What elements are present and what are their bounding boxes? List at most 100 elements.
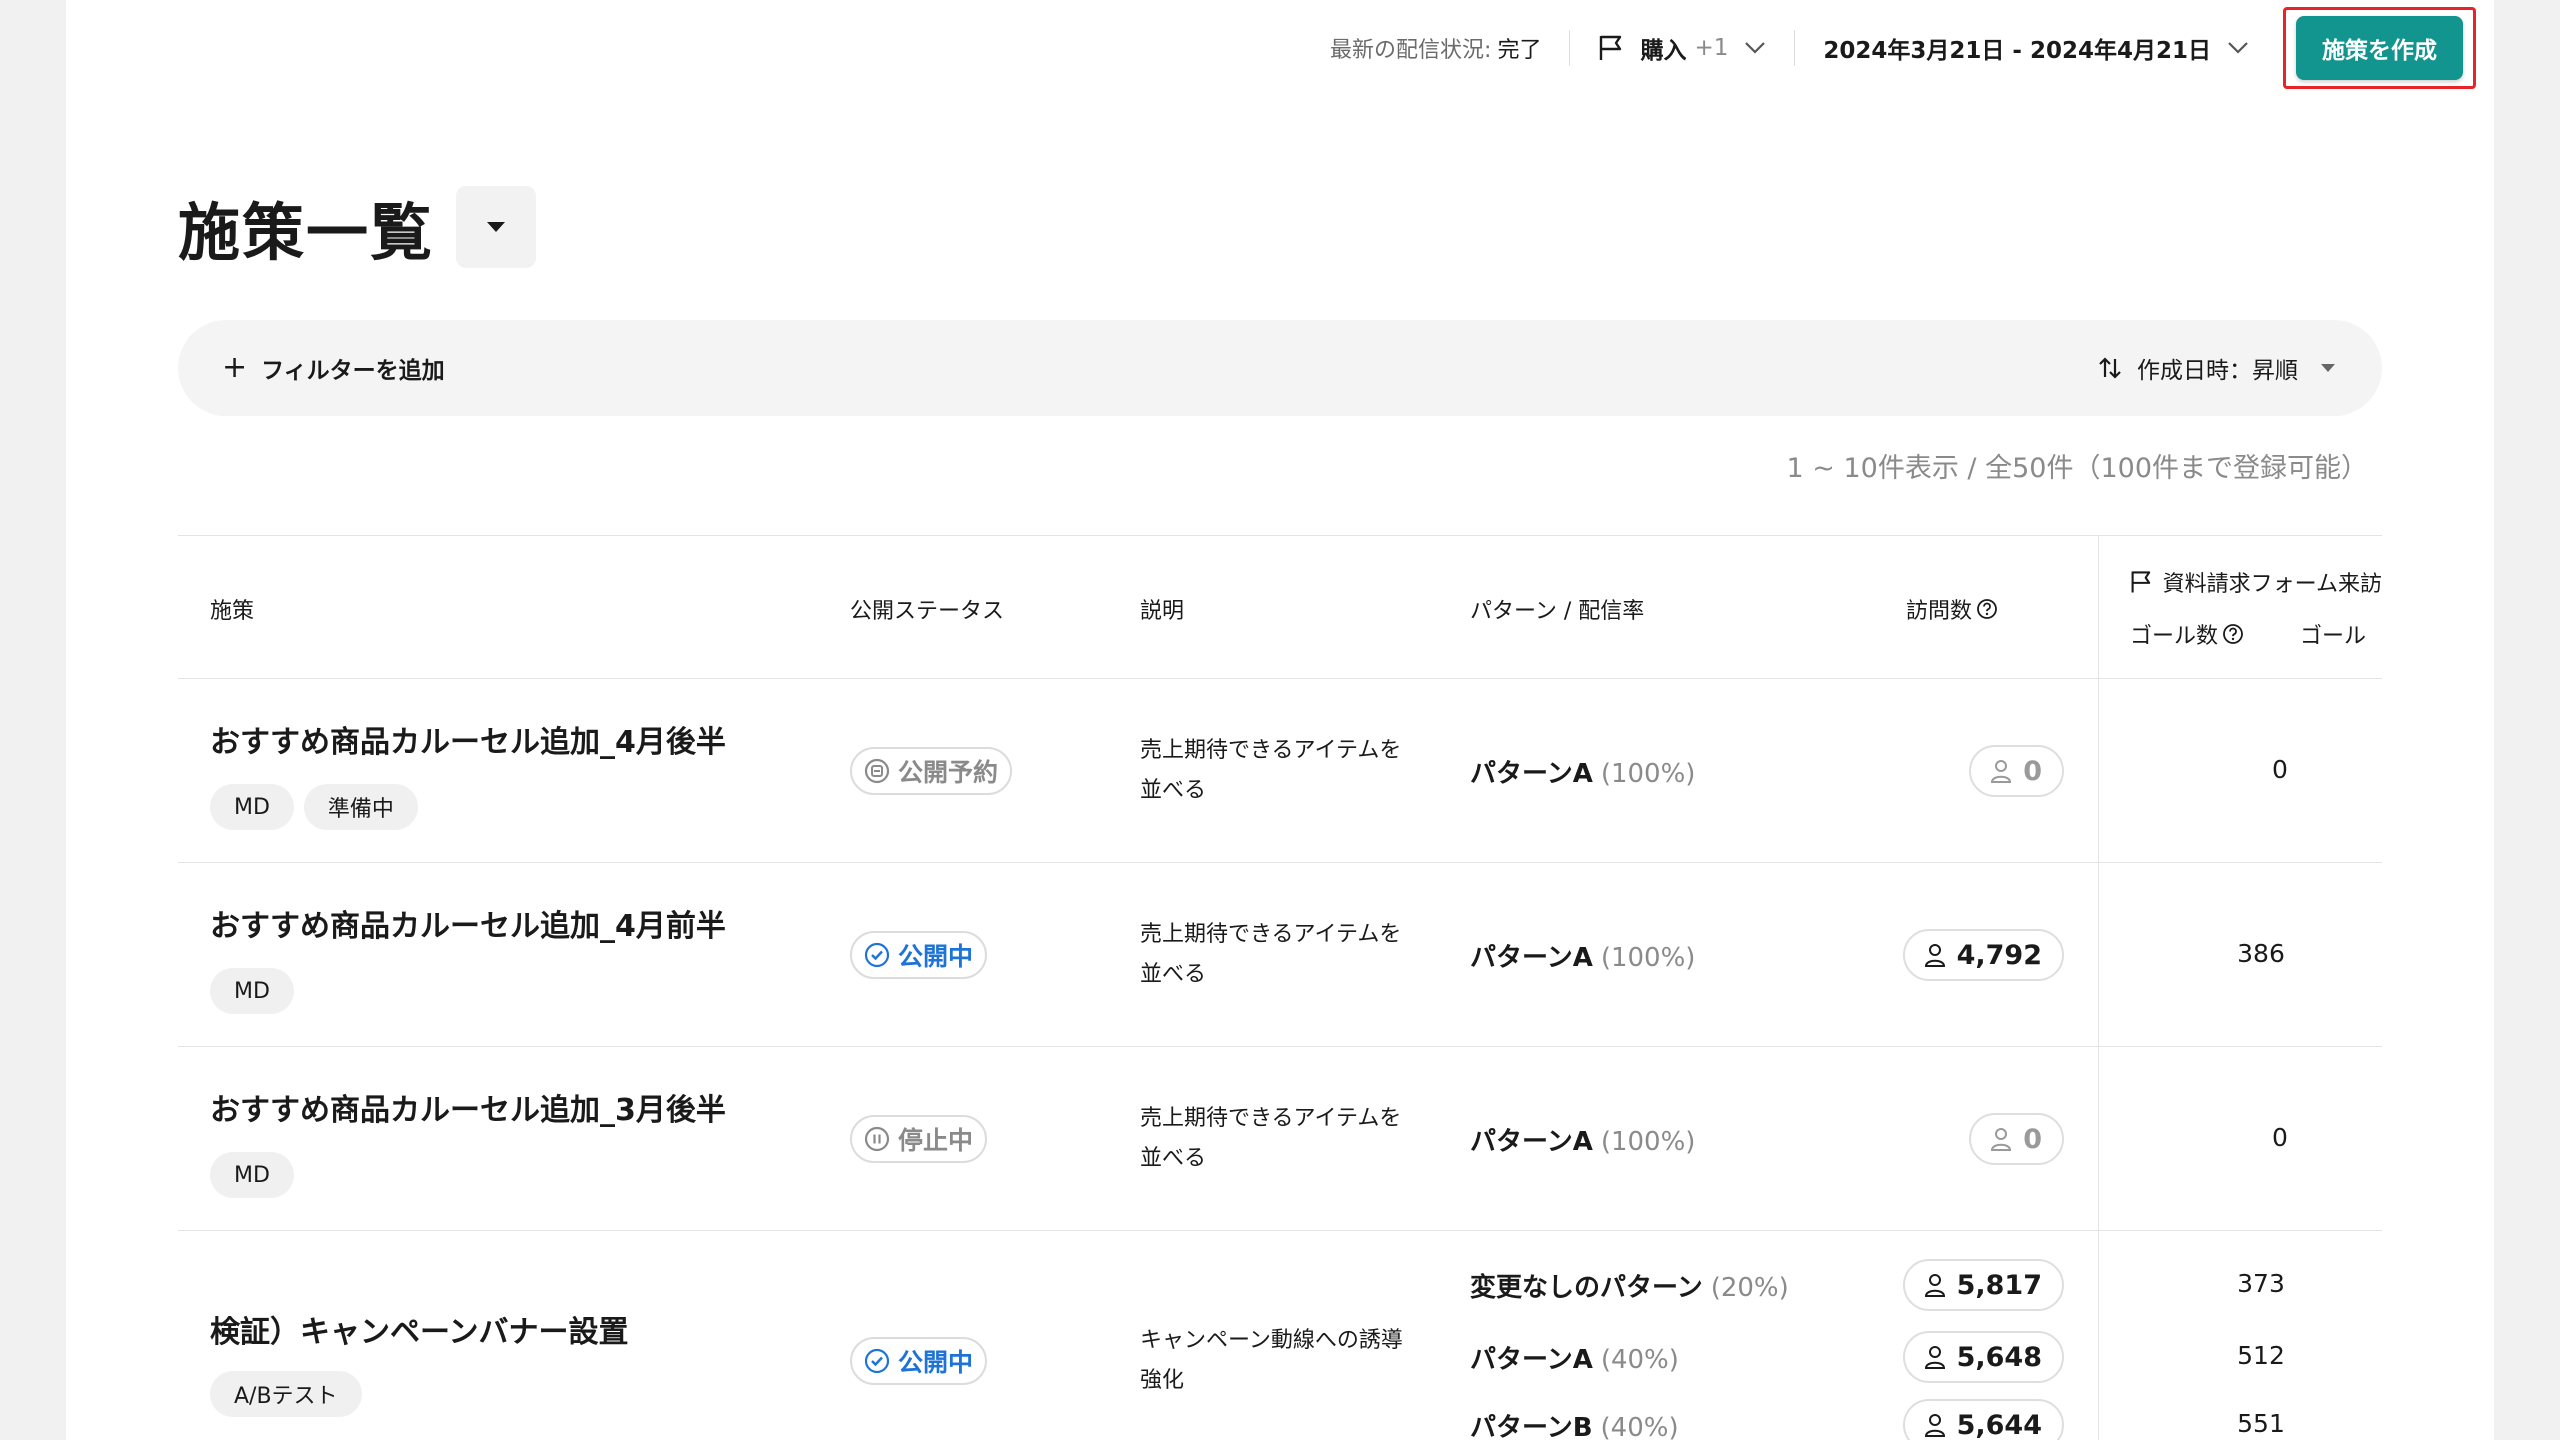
- pattern-name: パターンA: [1470, 759, 1593, 789]
- column-header-name: 施策: [210, 599, 255, 624]
- status-label: 公開中: [898, 1348, 974, 1377]
- campaign-description: 売上期待できるアイテムを並べる: [1140, 922, 1402, 987]
- pattern-name: パターンA: [1470, 943, 1593, 973]
- campaign-name[interactable]: おすすめ商品カルーセル追加_3月後半: [210, 1085, 726, 1129]
- divider: [1794, 30, 1796, 66]
- column-header-pattern: パターン / 配信率: [1470, 599, 1645, 624]
- pause-icon: [864, 1126, 890, 1152]
- visits-badge[interactable]: 4,792: [1902, 929, 2064, 981]
- delivery-status-label: 最新の配信状況:: [1330, 38, 1492, 63]
- visits-badge[interactable]: 5,644: [1902, 1399, 2064, 1440]
- help-icon[interactable]: [2222, 623, 2244, 645]
- table-row[interactable]: おすすめ商品カルーセル追加_4月前半 MD 公開中 売上期待できるアイテムを並べ…: [178, 863, 2382, 1047]
- pattern-name: 変更なしのパターン: [1470, 1273, 1703, 1303]
- caret-down-icon: [487, 222, 506, 232]
- visits-value: 5,644: [1956, 1409, 2042, 1440]
- pattern-rate: (40%): [1600, 1345, 1679, 1375]
- chevron-down-icon: [2228, 42, 2248, 54]
- tag: 準備中: [303, 784, 418, 830]
- delivery-status-value: 完了: [1497, 38, 1542, 63]
- tag: MD: [210, 784, 294, 830]
- goal-count-value: 386: [2237, 939, 2285, 968]
- table-row[interactable]: おすすめ商品カルーセル追加_3月後半 MD 停止中 売上期待できるアイテムを並べ…: [178, 1047, 2382, 1231]
- pattern-label: パターンB (40%): [1470, 1407, 1679, 1440]
- chevron-down-icon: [1745, 42, 1766, 54]
- status-label: 公開中: [898, 942, 974, 971]
- goal-count-value: 0: [2272, 1123, 2288, 1152]
- check-circle-icon: [864, 1348, 890, 1374]
- campaign-name[interactable]: おすすめ商品カルーセル追加_4月前半: [210, 901, 726, 945]
- column-header-visits-label: 訪問数: [1906, 599, 1973, 624]
- visits-value: 5,817: [1956, 1269, 2042, 1301]
- visits-badge[interactable]: 0: [1969, 745, 2064, 797]
- campaign-name[interactable]: おすすめ商品カルーセル追加_4月後半: [210, 717, 726, 761]
- goal-count-value: 551: [2237, 1409, 2285, 1438]
- goal-selector-extra: +1: [1694, 35, 1729, 61]
- result-count: 1 ~ 10件表示 / 全50件（100件まで登録可能）: [1786, 453, 2368, 484]
- flag-icon: [2131, 571, 2151, 593]
- title-dropdown-button[interactable]: [456, 186, 537, 268]
- date-range-selector[interactable]: 2024年3月21日 - 2024年4月21日: [1823, 31, 2249, 65]
- create-button-highlight: 施策を作成: [2283, 7, 2476, 89]
- goal-count-label: ゴール数: [2130, 624, 2219, 649]
- sort-selector[interactable]: 作成日時：昇順: [2097, 351, 2336, 385]
- pattern-rate: (100%): [1600, 1127, 1696, 1157]
- campaign-name[interactable]: 検証）キャンペーンバナー設置: [210, 1307, 629, 1351]
- pattern-rate: (20%): [1710, 1273, 1789, 1303]
- user-icon: [1924, 944, 1945, 967]
- scheduled-icon: [864, 758, 890, 784]
- visits-badge[interactable]: 0: [1969, 1113, 2064, 1165]
- visits-badge[interactable]: 5,648: [1902, 1331, 2064, 1383]
- user-icon: [1991, 760, 2012, 783]
- pattern-rate: (40%): [1600, 1413, 1679, 1440]
- table-header-row: 施策 公開ステータス 説明 パターン / 配信率 訪問数 資料請求フォーム来訪 …: [178, 536, 2382, 679]
- user-icon: [1924, 1346, 1945, 1369]
- top-bar: 最新の配信状況: 完了 購入 +1 2024年3月21日 - 2024年4月21…: [1060, 0, 2560, 96]
- goal-group-header: 資料請求フォーム来訪: [2130, 566, 2382, 598]
- pattern-label: 変更なしのパターン (20%): [1470, 1267, 1789, 1304]
- add-filter-button[interactable]: + フィルターを追加: [222, 351, 445, 385]
- visits-badge[interactable]: 5,817: [1902, 1259, 2064, 1311]
- plus-icon: +: [222, 350, 248, 385]
- pattern-name: パターンA: [1470, 1127, 1593, 1157]
- table-row[interactable]: 検証）キャンペーンバナー設置 A/Bテスト 公開中 キャンペーン動線への誘導強化…: [178, 1231, 2382, 1440]
- column-header-goal-count: ゴール数: [2130, 618, 2244, 650]
- column-header-description: 説明: [1140, 599, 1185, 624]
- sort-icon: [2099, 357, 2121, 379]
- delivery-status: 最新の配信状況: 完了: [1330, 32, 1541, 64]
- goal-count-value: 373: [2237, 1269, 2285, 1298]
- campaign-description: 売上期待できるアイテムを並べる: [1140, 1106, 1402, 1171]
- goal-column-header: 資料請求フォーム来訪 ゴール数 ゴール: [2130, 566, 2382, 650]
- tag-list: MD 準備中: [210, 784, 428, 830]
- add-filter-label: フィルターを追加: [261, 358, 445, 384]
- goal-count-value: 0: [2272, 755, 2288, 784]
- goal-group-label: 資料請求フォーム来訪: [2162, 572, 2382, 597]
- pattern-rate: (100%): [1600, 943, 1696, 973]
- goal-selector[interactable]: 購入 +1: [1598, 31, 1766, 65]
- caret-down-icon: [2321, 364, 2335, 372]
- help-icon[interactable]: [1976, 598, 1998, 620]
- status-label: 公開予約: [898, 758, 999, 787]
- visits-value: 5,648: [1956, 1341, 2042, 1373]
- pattern-name: パターンB: [1470, 1413, 1593, 1440]
- pattern-label: パターンA (100%): [1470, 937, 1695, 974]
- divider: [1569, 30, 1571, 66]
- column-header-status: 公開ステータス: [850, 599, 1005, 624]
- campaign-table: 施策 公開ステータス 説明 パターン / 配信率 訪問数 資料請求フォーム来訪 …: [178, 535, 2382, 1440]
- visits-value: 0: [2023, 755, 2042, 787]
- tag: MD: [210, 968, 294, 1014]
- tag: MD: [210, 1152, 294, 1198]
- flag-icon: [1600, 35, 1622, 60]
- title-row: 施策一覧: [178, 182, 537, 272]
- status-badge: 停止中: [850, 1115, 988, 1163]
- status-badge: 公開中: [850, 931, 988, 979]
- user-icon: [1991, 1128, 2012, 1151]
- create-campaign-button[interactable]: 施策を作成: [2296, 16, 2463, 80]
- check-circle-icon: [864, 942, 890, 968]
- visits-value: 0: [2023, 1123, 2042, 1155]
- tag-list: MD: [210, 1152, 304, 1198]
- table-row[interactable]: おすすめ商品カルーセル追加_4月後半 MD 準備中 公開予約 売上期待できるアイ…: [178, 679, 2382, 863]
- status-badge: 公開中: [850, 1337, 988, 1385]
- campaign-description: キャンペーン動線への誘導強化: [1140, 1328, 1403, 1393]
- pattern-name: パターンA: [1470, 1345, 1593, 1375]
